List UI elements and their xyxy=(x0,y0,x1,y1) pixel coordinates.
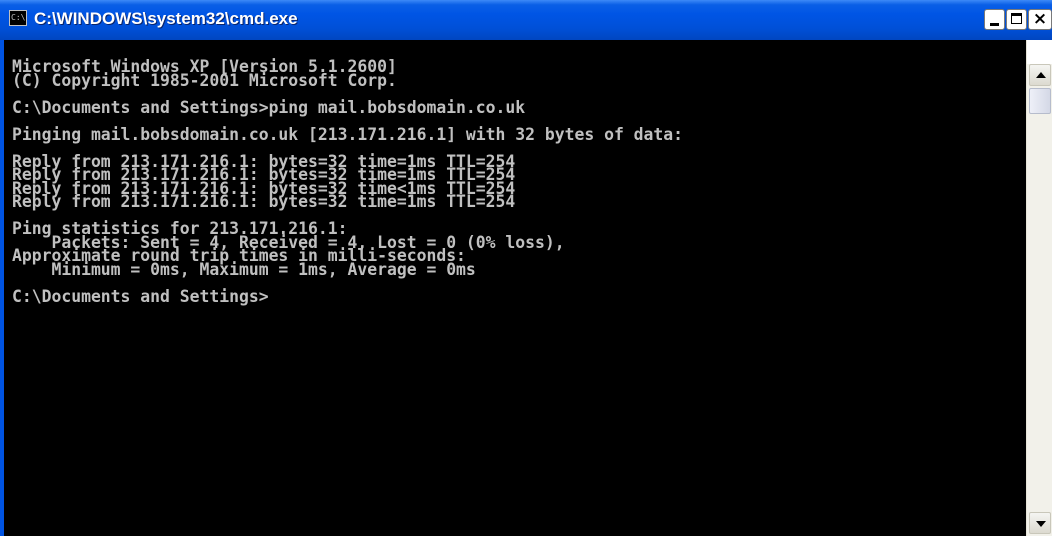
minimize-icon xyxy=(990,23,999,26)
console-line: (C) Copyright 1985-2001 Microsoft Corp. xyxy=(12,70,397,90)
maximize-icon xyxy=(1011,13,1022,24)
close-icon: × xyxy=(1032,9,1048,29)
vertical-scrollbar[interactable] xyxy=(1026,40,1052,536)
scroll-up-arrow-icon xyxy=(1036,72,1046,78)
console-window: C:\ C:\WINDOWS\system32\cmd.exe × Micros… xyxy=(0,0,1052,536)
console-text: Microsoft Windows XP [Version 5.1.2600](… xyxy=(12,59,684,306)
console-output[interactable]: Microsoft Windows XP [Version 5.1.2600](… xyxy=(4,40,1026,536)
console-line: Reply from 213.171.216.1: bytes=32 time=… xyxy=(12,192,516,211)
scroll-thumb[interactable] xyxy=(1029,88,1051,114)
console-line: Pinging mail.bobsdomain.co.uk [213.171.2… xyxy=(12,124,684,144)
console-line: Minimum = 0ms, Maximum = 1ms, Average = … xyxy=(12,259,476,279)
close-button[interactable]: × xyxy=(1028,9,1052,30)
window-title: C:\WINDOWS\system32\cmd.exe xyxy=(34,9,298,28)
title-bar[interactable]: C:\ C:\WINDOWS\system32\cmd.exe × xyxy=(0,0,1052,40)
scrollbar-corner xyxy=(1027,40,1052,64)
console-line: C:\Documents and Settings> xyxy=(12,286,269,306)
minimize-button[interactable] xyxy=(984,9,1005,30)
console-line: C:\Documents and Settings>ping mail.bobs… xyxy=(12,97,526,117)
scroll-down-arrow-icon xyxy=(1036,521,1046,527)
maximize-button[interactable] xyxy=(1006,9,1027,30)
scroll-up-button[interactable] xyxy=(1029,64,1051,86)
cmd-icon[interactable]: C:\ xyxy=(9,10,27,26)
scroll-down-button[interactable] xyxy=(1029,512,1051,534)
